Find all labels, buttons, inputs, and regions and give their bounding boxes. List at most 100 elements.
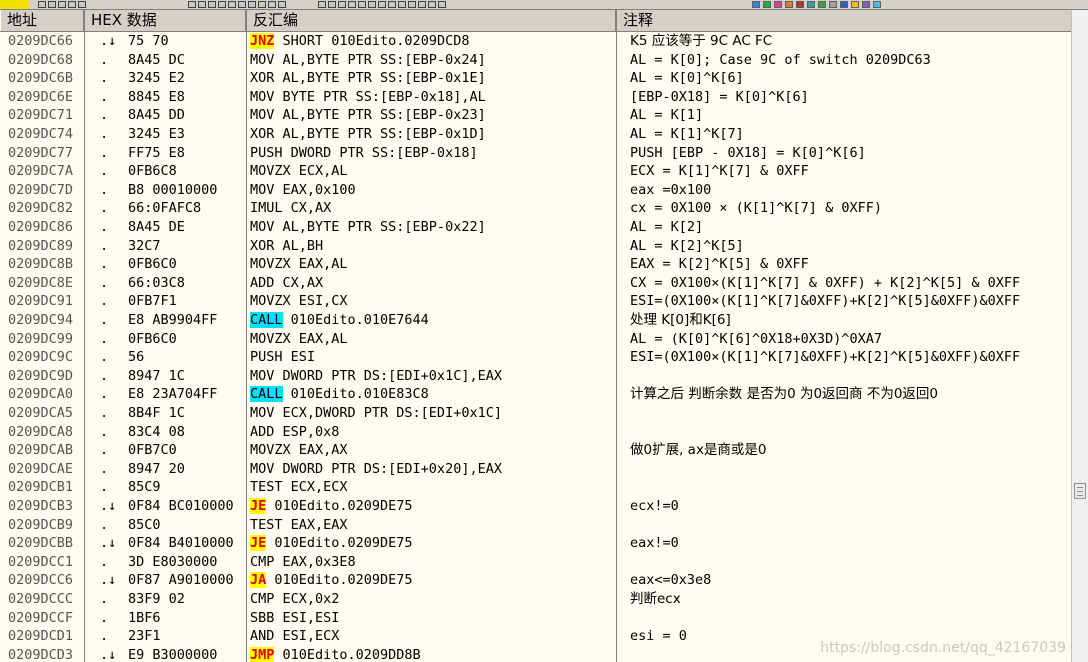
address-cell: 0209DCAE	[8, 460, 74, 477]
toolbar-button-icon[interactable]	[398, 1, 406, 8]
table-row[interactable]: 0209DCA0. E8 23A704FF CALL 010Edito.010E83…	[0, 385, 1072, 404]
toolbar-button-icon[interactable]	[278, 1, 286, 8]
table-row[interactable]: 0209DC86. 8A45 DE MOV AL,BYTE PTR SS:[EBP-…	[0, 218, 1072, 237]
comment-cell: cx = 0X100 × (K[1]^K[7] & 0XFF)	[630, 200, 882, 217]
toolbar-button-icon[interactable]	[248, 1, 256, 8]
toolbar-button-icon[interactable]	[38, 1, 46, 8]
toolbar-button-icon[interactable]	[358, 1, 366, 8]
toolbar-button-icon[interactable]	[378, 1, 386, 8]
comment-cell	[630, 478, 1072, 497]
toolbar-button-icon[interactable]	[328, 1, 336, 8]
jump-marker: .	[100, 591, 109, 607]
table-row[interactable]: 0209DC68. 8A45 DC MOV AL,BYTE PTR SS:[EBP-…	[0, 51, 1072, 70]
toolbar-window-icon[interactable]	[818, 1, 826, 8]
table-row[interactable]: 0209DC82. 66:0FAFC8 IMUL CX,AX cx = 0X100 ×…	[0, 199, 1072, 218]
toolbar-button-icon[interactable]	[368, 1, 376, 8]
table-row[interactable]: 0209DCAE. 8947 20 MOV DWORD PTR DS:[EDI+0x…	[0, 460, 1072, 479]
table-row[interactable]: 0209DC8B. 0FB6C0 MOVZX EAX,AL EAX = K[2]^K[…	[0, 255, 1072, 274]
toolbar-button-icon[interactable]	[388, 1, 396, 8]
toolbar-window-icon[interactable]	[862, 1, 870, 8]
table-row[interactable]: 0209DC8E. 66:03C8 ADD CX,AX CX = 0X100×(K[1…	[0, 274, 1072, 293]
header-hex[interactable]: HEX 数据	[84, 10, 246, 31]
toolbar-window-icon[interactable]	[752, 1, 760, 8]
toolbar-button-icon[interactable]	[418, 1, 426, 8]
toolbar-button-icon[interactable]	[218, 1, 226, 8]
toolbar-window-icon[interactable]	[774, 1, 782, 8]
table-row[interactable]: 0209DCC6 .↓ 0F87 A9010000 JA 010Edito.0209D…	[0, 571, 1072, 590]
toolbar-window-icon[interactable]	[873, 1, 881, 8]
table-row[interactable]: 0209DC91. 0FB7F1 MOVZX ESI,CX ESI=(0X100×(K…	[0, 292, 1072, 311]
jump-marker: .	[100, 107, 109, 124]
hex-cell: 8947 20	[128, 460, 185, 477]
disasm-cell: TEST EAX,EAX	[250, 516, 614, 535]
toolbar-button-icon[interactable]	[48, 1, 56, 8]
table-row[interactable]: 0209DC94. E8 AB9904FF CALL 010Edito.010E76…	[0, 311, 1072, 330]
toolbar-button-icon[interactable]	[188, 1, 196, 8]
scrollbar-thumb[interactable]	[1074, 483, 1086, 499]
toolbar-button-icon[interactable]	[78, 1, 86, 8]
toolbar-button-icon[interactable]	[438, 1, 446, 8]
table-row[interactable]: 0209DC89. 32C7 XOR AL,BH AL = K[2]^K[5]	[0, 237, 1072, 256]
jump-marker: .	[100, 405, 109, 421]
toolbar-button-icon[interactable]	[268, 1, 276, 8]
table-row[interactable]: 0209DCAB. 0FB7C0 MOVZX EAX,AX 做0扩展, ax是商或是0	[0, 441, 1072, 460]
disassembly-list[interactable]: 0209DC66 .↓ 75 70 JNZ SHORT 010Edito.0209DC…	[0, 32, 1072, 662]
table-row[interactable]: 0209DC6B. 3245 E2 XOR AL,BYTE PTR SS:[EBP-…	[0, 69, 1072, 88]
toolbar-window-icon[interactable]	[851, 1, 859, 8]
table-row[interactable]: 0209DC66 .↓ 75 70 JNZ SHORT 010Edito.0209DC…	[0, 32, 1072, 51]
watermark: https://blog.csdn.net/qq_42167039	[820, 640, 1066, 656]
address-cell: 0209DC66	[8, 33, 74, 49]
toolbar-button-icon[interactable]	[68, 1, 76, 8]
header-disasm[interactable]: 反汇编	[246, 10, 616, 31]
table-row[interactable]: 0209DCC1. 3D E8030000 CMP EAX,0x3E8	[0, 553, 1072, 572]
disasm-cell: PUSH ESI	[250, 348, 614, 367]
toolbar-window-icon[interactable]	[829, 1, 837, 8]
table-row[interactable]: 0209DC9C. 56 PUSH ESI ESI=(0X100×(K[1]^K[7]…	[0, 348, 1072, 367]
table-row[interactable]: 0209DCCF. 1BF6 SBB ESI,ESI	[0, 609, 1072, 628]
table-row[interactable]: 0209DC99. 0FB6C0 MOVZX EAX,AL AL = (K[0]^K[…	[0, 330, 1072, 349]
table-row[interactable]: 0209DC74. 3245 E3 XOR AL,BYTE PTR SS:[EBP-…	[0, 125, 1072, 144]
table-row[interactable]: 0209DC7D. B8 00010000 MOV EAX,0x100 eax =0x…	[0, 181, 1072, 200]
toolbar-window-icon[interactable]	[807, 1, 815, 8]
comment-cell	[630, 367, 1072, 386]
toolbar-window-icon[interactable]	[840, 1, 848, 8]
jump-marker: .	[100, 349, 109, 366]
toolbar-button-icon[interactable]	[428, 1, 436, 8]
address-cell: 0209DC89	[8, 237, 74, 254]
header-comment[interactable]: 注释	[616, 10, 1072, 31]
table-row[interactable]: 0209DCB9. 85C0 TEST EAX,EAX	[0, 516, 1072, 535]
table-row[interactable]: 0209DC9D. 8947 1C MOV DWORD PTR DS:[EDI+0x…	[0, 367, 1072, 386]
toolbar-window-icon[interactable]	[763, 1, 771, 8]
toolbar-button-icon[interactable]	[198, 1, 206, 8]
toolbar-button-icon[interactable]	[238, 1, 246, 8]
table-row[interactable]: 0209DCBB .↓ 0F84 B4010000 JE 010Edito.0209D…	[0, 534, 1072, 553]
toolbar-button-icon[interactable]	[338, 1, 346, 8]
table-row[interactable]: 0209DCA5. 8B4F 1C MOV ECX,DWORD PTR DS:[ED…	[0, 404, 1072, 423]
toolbar-button-icon[interactable]	[348, 1, 356, 8]
table-row[interactable]: 0209DC71. 8A45 DD MOV AL,BYTE PTR SS:[EBP-…	[0, 106, 1072, 125]
toolbar-window-icon[interactable]	[796, 1, 804, 8]
address-cell: 0209DCB1	[8, 479, 74, 496]
table-row[interactable]: 0209DC6E. 8845 E8 MOV BYTE PTR SS:[EBP-0x1…	[0, 88, 1072, 107]
toolbar-button-icon[interactable]	[208, 1, 216, 8]
table-row[interactable]: 0209DC77. FF75 E8 PUSH DWORD PTR SS:[EBP-0…	[0, 144, 1072, 163]
toolbar-button-icon[interactable]	[228, 1, 236, 8]
disasm-cell: IMUL CX,AX	[250, 199, 614, 218]
jump-marker: .	[100, 237, 109, 254]
toolbar-button-icon[interactable]	[318, 1, 326, 8]
toolbar-window-icon[interactable]	[785, 1, 793, 8]
table-row[interactable]: 0209DCB1. 85C9 TEST ECX,ECX	[0, 478, 1072, 497]
jump-marker: .	[100, 51, 109, 68]
header-address[interactable]: 地址	[0, 10, 84, 31]
toolbar-button-icon[interactable]	[408, 1, 416, 8]
toolbar-button-icon[interactable]	[258, 1, 266, 8]
table-row[interactable]: 0209DC7A. 0FB6C8 MOVZX ECX,AL ECX = K[1]^K[…	[0, 162, 1072, 181]
table-row[interactable]: 0209DCB3 .↓ 0F84 BC010000 JE 010Edito.0209D…	[0, 497, 1072, 516]
comment-cell: K5 应该等于 9C AC FC	[630, 33, 773, 49]
address-cell: 0209DC71	[8, 107, 74, 124]
vertical-scrollbar[interactable]	[1071, 10, 1088, 662]
table-row[interactable]: 0209DCCC. 83F9 02 CMP ECX,0x2 判断ecx	[0, 590, 1072, 609]
table-row[interactable]: 0209DCA8. 83C4 08 ADD ESP,0x8	[0, 423, 1072, 442]
toolbar-button-icon[interactable]	[58, 1, 66, 8]
address-cell: 0209DC6E	[8, 88, 74, 105]
